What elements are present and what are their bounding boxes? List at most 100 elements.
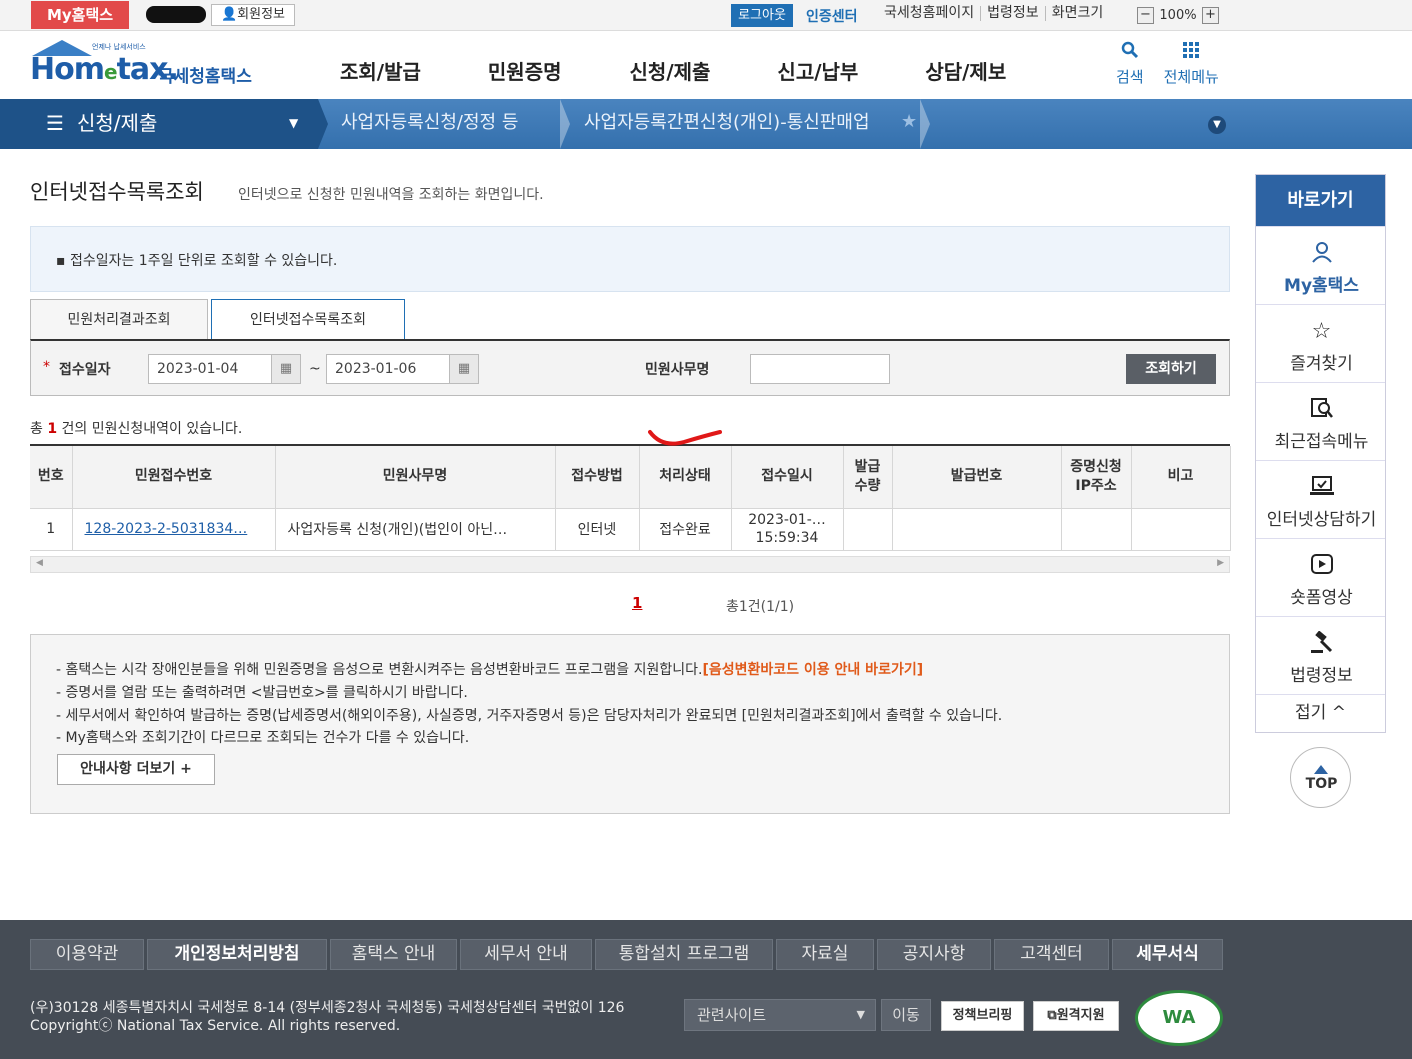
- col-header-issue-qty: 발급 수량: [842, 446, 893, 509]
- col-header-method: 접수방법: [554, 446, 640, 509]
- col-header-no: 번호: [30, 446, 73, 509]
- related-sites-go-button[interactable]: 이동: [881, 999, 931, 1031]
- result-prefix: 총: [30, 421, 43, 437]
- site-header: 언제나 납세서비스 Hometax. 국세청홈택스 조회/발급 민원증명 신청/…: [0, 31, 1412, 99]
- cell-no: 1: [30, 507, 73, 551]
- tab-internet-receipt-list[interactable]: 인터넷접수목록조회: [211, 299, 405, 340]
- location-expand-icon[interactable]: ▼: [1208, 116, 1226, 134]
- page-description: 인터넷으로 신청한 민원내역을 조회하는 화면입니다.: [238, 187, 544, 203]
- nav-apply-submit[interactable]: 신청/제출: [630, 56, 711, 85]
- logout-button[interactable]: 로그아웃: [731, 4, 793, 27]
- favorite-star-icon[interactable]: ★: [901, 111, 917, 132]
- all-menu-button[interactable]: 전체메뉴: [1164, 41, 1219, 87]
- footer-tax-office-guide[interactable]: 세무서 안내: [460, 939, 592, 970]
- cell-issue-qty: [842, 507, 893, 551]
- table-row: 1 128-2023-2-5031834… 사업자등록 신청(개인)(법인이 아…: [30, 507, 1231, 551]
- quick-menu: 바로가기 My홈택스 ☆ 즐겨찾기 최근접속메뉴 인터넷상담하기 숏폼영상 법령…: [1255, 174, 1386, 733]
- cell-civil-name: 사업자등록 신청(개인)(법인이 아닌…: [274, 507, 556, 551]
- cert-center-link[interactable]: 인증센터: [806, 6, 858, 26]
- nav-consult-report[interactable]: 상담/제보: [925, 56, 1006, 85]
- quick-recent-menu-label: 최근접속메뉴: [1274, 432, 1369, 452]
- caret-down-icon: ▼: [856, 1008, 865, 1021]
- tab-civil-result[interactable]: 민원처리결과조회: [30, 299, 208, 340]
- member-info-button[interactable]: 👤회원정보: [211, 4, 295, 26]
- breadcrumb-simple-application[interactable]: 사업자등록간편신청(개인)-통신판매업: [584, 99, 870, 149]
- civil-name-input[interactable]: [750, 354, 890, 384]
- grid-menu-icon: [1164, 41, 1219, 66]
- col-header-status: 처리상태: [638, 446, 732, 509]
- col-header-ip: 증명신청 IP주소: [1060, 446, 1132, 509]
- quick-recent-menu[interactable]: 최근접속메뉴: [1256, 382, 1385, 460]
- search-label: 검색: [1116, 68, 1144, 86]
- scroll-top-label: TOP: [1305, 776, 1338, 792]
- my-hometax-tab[interactable]: My홈택스: [31, 1, 129, 29]
- calendar-icon[interactable]: ▦: [449, 354, 479, 384]
- result-suffix: 건의 민원신청내역이 있습니다.: [61, 421, 243, 437]
- footer-tax-forms[interactable]: 세무서식: [1112, 939, 1223, 970]
- scroll-right-icon[interactable]: ▶: [1217, 558, 1224, 568]
- more-guidance-button[interactable]: 안내사항 더보기 +: [57, 754, 215, 785]
- hometax-logo[interactable]: 언제나 납세서비스 Hometax. 국세청홈택스: [30, 40, 260, 90]
- location-current-menu[interactable]: ☰ 신청/제출 ▼: [0, 99, 318, 149]
- top-utility-bar: My홈택스 👤회원정보 로그아웃 인증센터 국세청홈페이지 법령정보 화면크기 …: [0, 0, 1412, 31]
- red-annotation-mark: [648, 430, 722, 446]
- footer-library[interactable]: 자료실: [776, 939, 874, 970]
- notice-box: ▪ 접수일자는 1주일 단위로 조회할 수 있습니다.: [30, 226, 1230, 292]
- zoom-value: 100%: [1159, 7, 1197, 23]
- footer-install-program[interactable]: 통합설치 프로그램: [595, 939, 773, 970]
- scroll-left-icon[interactable]: ◀: [36, 558, 43, 568]
- member-info-label: 회원정보: [237, 7, 286, 22]
- quick-my-hometax[interactable]: My홈택스: [1256, 226, 1385, 304]
- zoom-out-button[interactable]: −: [1137, 6, 1154, 24]
- nav-report-pay[interactable]: 신고/납부: [777, 56, 858, 85]
- voice-barcode-link[interactable]: [음성변환바코드 이용 안내 바로가기]: [702, 662, 923, 678]
- footer-terms[interactable]: 이용약관: [30, 939, 144, 970]
- quick-law-info-label: 법령정보: [1290, 666, 1353, 686]
- col-header-datetime: 접수일시: [730, 446, 844, 509]
- policy-briefing-badge[interactable]: 정책브리핑: [941, 1001, 1024, 1031]
- header-utilities: 검색 전체메뉴: [1116, 41, 1239, 87]
- footer-hometax-guide[interactable]: 홈택스 안내: [330, 939, 457, 970]
- breadcrumb-separator: [560, 99, 570, 149]
- nts-homepage-link[interactable]: 국세청홈페이지: [878, 6, 980, 21]
- breadcrumb-business-registration[interactable]: 사업자등록신청/정정 등: [341, 99, 518, 149]
- receipt-number-link[interactable]: 128-2023-2-5031834…: [71, 507, 276, 551]
- cell-ip: [1060, 507, 1132, 551]
- col-header-issue-no: 발급번호: [891, 446, 1062, 509]
- quick-shortform-video[interactable]: 숏폼영상: [1256, 538, 1385, 616]
- nav-civil-certificate[interactable]: 민원증명: [488, 56, 562, 85]
- calendar-icon[interactable]: ▦: [271, 354, 301, 384]
- footer-customer-center[interactable]: 고객센터: [994, 939, 1109, 970]
- date-to-input[interactable]: 2023-01-06: [326, 354, 450, 384]
- col-header-receipt-no: 민원접수번호: [71, 446, 276, 509]
- remote-support-badge[interactable]: ⧉원격지원: [1033, 1001, 1119, 1031]
- cell-issue-no: [891, 507, 1062, 551]
- web-accessibility-mark: WA: [1135, 990, 1223, 1046]
- pagination-page-1[interactable]: 1: [632, 594, 642, 612]
- required-mark: *: [43, 359, 50, 375]
- guidance-line-1-text: - 홈택스는 시각 장애인분들을 위해 민원증명을 음성으로 변환시켜주는 음성…: [56, 662, 703, 678]
- footer-privacy[interactable]: 개인정보처리방침: [147, 939, 327, 970]
- law-info-link[interactable]: 법령정보: [980, 6, 1045, 21]
- quick-law-info[interactable]: 법령정보: [1256, 616, 1385, 694]
- location-bar: ☰ 신청/제출 ▼ 사업자등록신청/정정 등 사업자등록간편신청(개인)-통신판…: [0, 99, 1412, 149]
- date-label: 접수일자: [59, 362, 111, 378]
- quick-internet-consult[interactable]: 인터넷상담하기: [1256, 460, 1385, 538]
- query-button[interactable]: 조회하기: [1126, 354, 1216, 384]
- nav-inquiry-issue[interactable]: 조회/발급: [340, 56, 421, 85]
- date-from-input[interactable]: 2023-01-04: [148, 354, 272, 384]
- laptop-icon: [1256, 475, 1387, 503]
- scroll-top-button[interactable]: TOP: [1290, 747, 1351, 808]
- quick-menu-fold-button[interactable]: 접기 ^: [1256, 694, 1385, 730]
- related-sites-select[interactable]: 관련사이트 ▼: [684, 999, 876, 1031]
- table-horizontal-scrollbar[interactable]: ◀ ▶: [30, 556, 1230, 573]
- quick-favorites[interactable]: ☆ 즐겨찾기: [1256, 304, 1385, 382]
- footer-notice[interactable]: 공지사항: [877, 939, 991, 970]
- zoom-in-button[interactable]: +: [1202, 6, 1219, 24]
- person-icon: [1256, 241, 1387, 269]
- remote-support-label: 원격지원: [1056, 1008, 1105, 1023]
- search-button[interactable]: 검색: [1116, 41, 1144, 87]
- guidance-line-4: - My홈택스와 조회기간이 다르므로 조회되는 건수가 다를 수 있습니다.: [56, 730, 470, 746]
- result-count: 총 1 건의 민원신청내역이 있습니다.: [30, 418, 242, 438]
- guidance-box: - 홈택스는 시각 장애인분들을 위해 민원증명을 음성으로 변환시켜주는 음성…: [30, 634, 1230, 814]
